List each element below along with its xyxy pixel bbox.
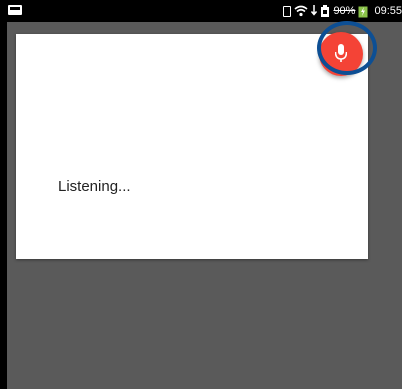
clock: 09:55 [374, 5, 402, 17]
screen-background: Listening... [7, 22, 402, 389]
picture-icon [8, 5, 22, 15]
status-bar: 90% 09:55 [0, 0, 402, 22]
charging-battery-icon [358, 5, 368, 18]
voice-search-dialog: Listening... [16, 34, 368, 259]
battery-icon [320, 4, 330, 18]
download-icon [311, 5, 318, 17]
listening-text: Listening... [58, 178, 131, 195]
status-icons: 90% 09:55 [283, 3, 402, 19]
wifi-icon [294, 5, 308, 17]
vibrate-icon [283, 5, 292, 17]
battery-percent: 90% [333, 5, 356, 17]
highlight-circle [317, 21, 377, 75]
